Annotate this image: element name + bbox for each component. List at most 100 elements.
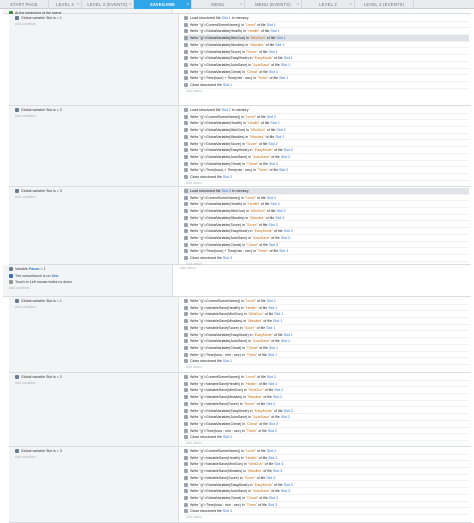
action-row[interactable]: Write "g">Time(hour : min : sec) in "Tim… xyxy=(184,502,469,509)
sub-event[interactable]: Global variable Slot is = 3 Add condition… xyxy=(9,447,471,523)
action-row[interactable]: Write "g">CurrentSceneName() in "Level" … xyxy=(184,22,469,29)
add-condition-button[interactable]: Add condition xyxy=(15,114,36,119)
condition-row[interactable]: Global variable Slot is = 3 xyxy=(15,188,62,194)
action-row[interactable]: Write "g">GlobalVariable(Missiles) in "M… xyxy=(184,215,469,222)
action-row[interactable]: Write "g">GlobalVariable(AutoSave) in "A… xyxy=(184,62,469,69)
action-row[interactable]: Close structured file Slot 1 xyxy=(184,82,469,89)
action-row[interactable]: Load structured file Slot 2 in memory xyxy=(184,107,469,114)
action-row[interactable]: Write "g">VariableSave(Health) in "Healt… xyxy=(184,305,469,312)
sub-event[interactable]: Global variable Slot is = 1 Add condition… xyxy=(9,297,471,373)
action-row[interactable]: Write "g">VariableSave(Missiles) in "Mis… xyxy=(184,318,469,325)
close-tab-icon[interactable]: × xyxy=(129,2,131,6)
add-action-button[interactable]: Add action xyxy=(186,181,202,186)
action-row[interactable]: Close structured file Slot 3 xyxy=(184,508,469,515)
add-condition-button[interactable]: Add condition xyxy=(15,455,36,460)
action-row[interactable]: Write "g">GlobalVariable(Missiles) in "M… xyxy=(184,134,469,141)
tab-menu-events[interactable]: MENU (EVENTS) × xyxy=(245,0,302,9)
action-row[interactable]: Write "g">Time(hour) + Time(min : sec) i… xyxy=(184,248,469,255)
action-row[interactable]: Write "g">GlobalVariable(Cheat) in "Chea… xyxy=(184,345,469,352)
condition-row[interactable]: Global variable Slot is = 1 xyxy=(15,15,62,21)
action-row[interactable]: Close structured file Slot 2 xyxy=(184,174,469,181)
action-row[interactable]: Write "g">GlobalVariable(Cheat) in "Chea… xyxy=(184,69,469,76)
add-condition-button[interactable]: Add condition xyxy=(15,22,36,27)
action-row[interactable]: Load structured file Slot 3 in memory xyxy=(184,188,469,195)
sub-event[interactable]: Global variable Slot is = 3 Add condition… xyxy=(9,187,471,266)
action-row[interactable]: Load structured file Slot 1 in memory xyxy=(184,15,469,22)
tab-start-page[interactable]: START PAGE xyxy=(0,0,49,9)
sub-event[interactable]: Global variable Slot is = 2 Add condition… xyxy=(9,373,471,447)
action-row[interactable]: Write "g">VariableSave(Missiles) in "Mis… xyxy=(184,394,469,401)
sub-event[interactable]: Global variable Slot is = 2 Add condition… xyxy=(9,106,471,187)
action-row[interactable]: Write "g">GlobalVariable(Health) in "Hea… xyxy=(184,120,469,128)
close-tab-icon[interactable]: × xyxy=(77,2,79,6)
action-row[interactable]: Write "g">CurrentSceneName() in "Level" … xyxy=(184,114,469,121)
action-row[interactable]: Write "g">Time(hour) + Time(min : sec) i… xyxy=(184,167,469,174)
action-row[interactable]: Write "g">GlobalVariable(Cheat) in "Chea… xyxy=(184,421,469,428)
action-row[interactable]: Write "g">GlobalVariable(MiniGun) in "Mi… xyxy=(184,127,469,134)
close-tab-icon[interactable]: × xyxy=(297,2,299,6)
sub-event[interactable]: Global variable Slot is = 1 Add condition… xyxy=(9,14,471,106)
action-row[interactable]: Write "g">GlobalVariable(Score) in "Scor… xyxy=(184,222,469,229)
action-row[interactable]: Write "g">GlobalVariable(EasyMode) in "E… xyxy=(184,147,469,154)
action-row[interactable]: Write "g">VariableSave(Score) in "Score"… xyxy=(184,475,469,482)
action-row[interactable]: Write "g">GlobalVariable(EasyMode) in "E… xyxy=(184,332,469,339)
action-row[interactable]: Write "g">VariableSave(MiniGun) in "Mini… xyxy=(184,387,469,395)
action-row[interactable]: Write "g">GlobalVariable(Missiles) in "M… xyxy=(184,42,469,49)
action-row[interactable]: Write "g">Time(hour : min : sec) in "Tim… xyxy=(184,428,469,435)
condition-row[interactable]: The cursor/touch is on One xyxy=(9,273,59,279)
action-row[interactable]: Write "g">GlobalVariable(Health) in "Hea… xyxy=(184,201,469,209)
action-row[interactable]: Write "g">GlobalVariable(Cheat) in "Chea… xyxy=(184,242,469,249)
tab-level-3-events[interactable]: LEVEL 3 (EVENTS) × xyxy=(82,0,134,9)
action-row[interactable]: Write "g">GlobalVariable(AutoSave) in "A… xyxy=(184,414,469,421)
action-row[interactable]: Write "g">GlobalVariable(AutoSave) in "A… xyxy=(184,235,469,242)
action-row[interactable]: Write "g">Time(hour) + Time(min : sec) i… xyxy=(184,75,469,82)
action-row[interactable]: Write "g">GlobalVariable(AutoSave) in "A… xyxy=(184,338,469,345)
close-tab-icon[interactable]: × xyxy=(187,2,189,6)
add-action-button[interactable]: Add action xyxy=(186,89,202,94)
condition-row[interactable]: Variable Pause = 1 xyxy=(9,266,46,272)
action-row[interactable]: Write "g">CurrentSceneName() in "Level" … xyxy=(184,195,469,202)
action-row[interactable]: Write "g">GlobalVariable(AutoSave) in "A… xyxy=(184,488,469,495)
condition-row[interactable]: Global variable Slot is = 1 xyxy=(15,298,62,304)
condition-row[interactable]: Global variable Slot is = 3 xyxy=(15,448,62,454)
action-row[interactable]: Write "g">CurrentSceneName() in "Level" … xyxy=(184,448,469,455)
add-action-button[interactable]: Add action xyxy=(180,266,196,271)
add-action-button[interactable]: Add action xyxy=(186,441,202,446)
condition-row[interactable]: Global variable Slot is = 2 xyxy=(15,374,62,380)
action-row[interactable]: Close structured file Slot 2 xyxy=(184,434,469,441)
action-row[interactable]: Write "g">GlobalVariable(MiniGun) in "Mi… xyxy=(184,208,469,215)
tab-savegame[interactable]: SAVEGAME × xyxy=(134,0,192,9)
add-action-button[interactable]: Add action xyxy=(186,515,202,520)
action-row[interactable]: Write "g">VariableSave(Health) in "Healt… xyxy=(184,455,469,462)
action-row[interactable]: Write "g">GlobalVariable(Cheat) in "Chea… xyxy=(184,161,469,168)
close-tab-icon[interactable]: × xyxy=(240,2,242,6)
action-row[interactable]: Write "g">GlobalVariable(EasyMode) in "E… xyxy=(184,482,469,489)
action-row[interactable]: Write "g">GlobalVariable(EasyMode) in "E… xyxy=(184,55,469,62)
action-row[interactable]: Write "g">VariableSave(Score) in "Score"… xyxy=(184,401,469,408)
condition-row[interactable]: Global variable Slot is = 2 xyxy=(15,107,62,113)
action-row[interactable]: Write "g">GlobalVariable(Score) in "Scor… xyxy=(184,141,469,148)
action-row[interactable]: Write "g">VariableSave(Missiles) in "Mis… xyxy=(184,468,469,475)
action-row[interactable]: Close structured file Slot 3 xyxy=(184,255,469,262)
action-row[interactable]: Write "g">VariableSave(MiniGun) in "Mini… xyxy=(184,311,469,319)
action-row[interactable]: Close structured file Slot 1 xyxy=(184,358,469,365)
action-row[interactable]: Write "g">Time(hour : min : sec) in "Tim… xyxy=(184,352,469,359)
add-condition-button[interactable]: Add condition xyxy=(15,381,36,386)
action-row[interactable]: Write "g">GlobalVariable(AutoSave) in "A… xyxy=(184,154,469,161)
event[interactable]: Variable Pause = 1 The cursor/touch is on… xyxy=(3,265,471,297)
action-row[interactable]: Write "g">GlobalVariable(Cheat) in "Chea… xyxy=(184,495,469,502)
action-row[interactable]: Write "g">GlobalVariable(MiniGun) in "Mi… xyxy=(184,35,469,42)
action-row[interactable]: Write "g">VariableSave(Score) in "Score"… xyxy=(184,325,469,332)
action-row[interactable]: Write "g">VariableSave(MiniGun) in "Mini… xyxy=(184,461,469,469)
close-tab-icon[interactable]: × xyxy=(350,2,352,6)
add-condition-button[interactable]: Add condition xyxy=(9,286,30,291)
tab-level-3[interactable]: LEVEL 3 × xyxy=(49,0,82,9)
tab-level-2[interactable]: LEVEL 2 × xyxy=(302,0,355,9)
action-row[interactable]: Write "g">GlobalVariable(EasyMode) in "E… xyxy=(184,408,469,415)
action-row[interactable]: Write "g">GlobalVariable(Score) in "Scor… xyxy=(184,49,469,56)
action-row[interactable]: Write "g">CurrentSceneName() in "Level" … xyxy=(184,374,469,381)
action-row[interactable]: Write "g">CurrentSceneName() in "Level" … xyxy=(184,298,469,305)
condition-row[interactable]: Touch or Left mouse button is down xyxy=(9,279,72,285)
tab-menu[interactable]: MENU × xyxy=(192,0,245,9)
action-row[interactable]: Write "g">VariableSave(Health) in "Healt… xyxy=(184,381,469,388)
